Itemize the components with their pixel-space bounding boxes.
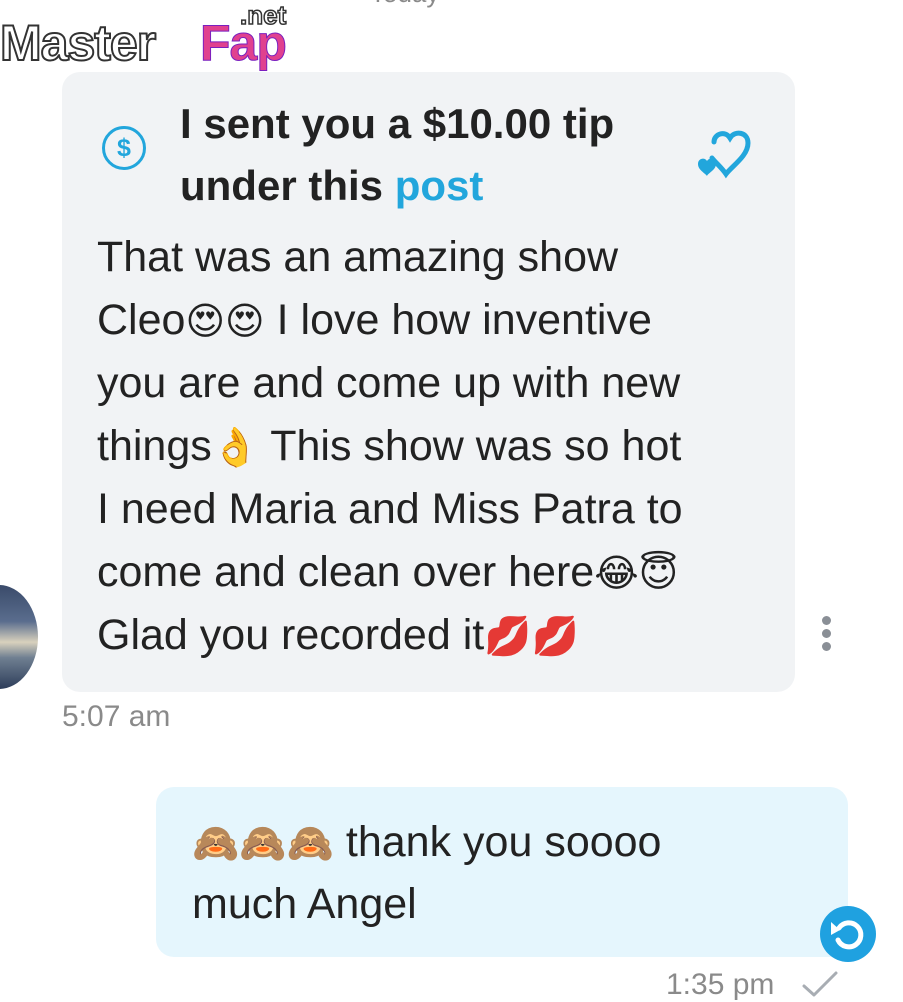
message-line-1: That was an amazing show	[97, 233, 619, 281]
watermark-part1: Master	[0, 14, 157, 72]
undo-icon[interactable]	[820, 906, 876, 962]
dollar-circle-icon: $	[102, 126, 146, 170]
watermark-suffix: .net	[239, 0, 287, 31]
heart-eyes-emoji: 😍😍	[185, 301, 265, 343]
tip-text-prefix: under this	[180, 162, 384, 209]
outgoing-timestamp: 1:35 pm	[666, 968, 775, 1001]
see-no-evil-emoji: 🙈🙈🙈	[192, 823, 334, 865]
ok-hand-emoji: 👌	[211, 427, 260, 469]
incoming-timestamp: 5:07 am	[62, 700, 171, 733]
date-divider: Today	[370, 0, 439, 9]
message-line-7: Glad you recorded it💋💋	[97, 611, 579, 659]
vertical-dots-icon[interactable]	[820, 616, 834, 656]
message-line-2: Cleo😍😍 I love how inventive	[97, 296, 652, 344]
sender-avatar[interactable]	[0, 585, 38, 689]
message-line-4: things👌 This show was so hot	[97, 422, 682, 470]
reply-line-2: much Angel	[192, 880, 417, 928]
message-line-5: I need Maria and Miss Patra to	[97, 485, 683, 533]
check-icon	[802, 971, 838, 997]
tip-text-line1: I sent you a $10.00 tip	[180, 100, 615, 147]
outgoing-message-bubble	[156, 787, 848, 957]
undo-arrow-icon	[831, 920, 864, 950]
tip-text-line2: under this post	[180, 162, 483, 210]
message-line-6: come and clean over here😂😇	[97, 548, 679, 596]
kiss-emoji: 💋💋	[484, 616, 579, 658]
post-link[interactable]: post	[395, 162, 484, 209]
laugh-halo-emoji: 😂😇	[594, 553, 679, 595]
message-line-3: you are and come up with new	[97, 359, 681, 407]
reply-line-1: 🙈🙈🙈 thank you soooo	[192, 818, 662, 866]
heart-outline-icon[interactable]	[692, 128, 754, 182]
